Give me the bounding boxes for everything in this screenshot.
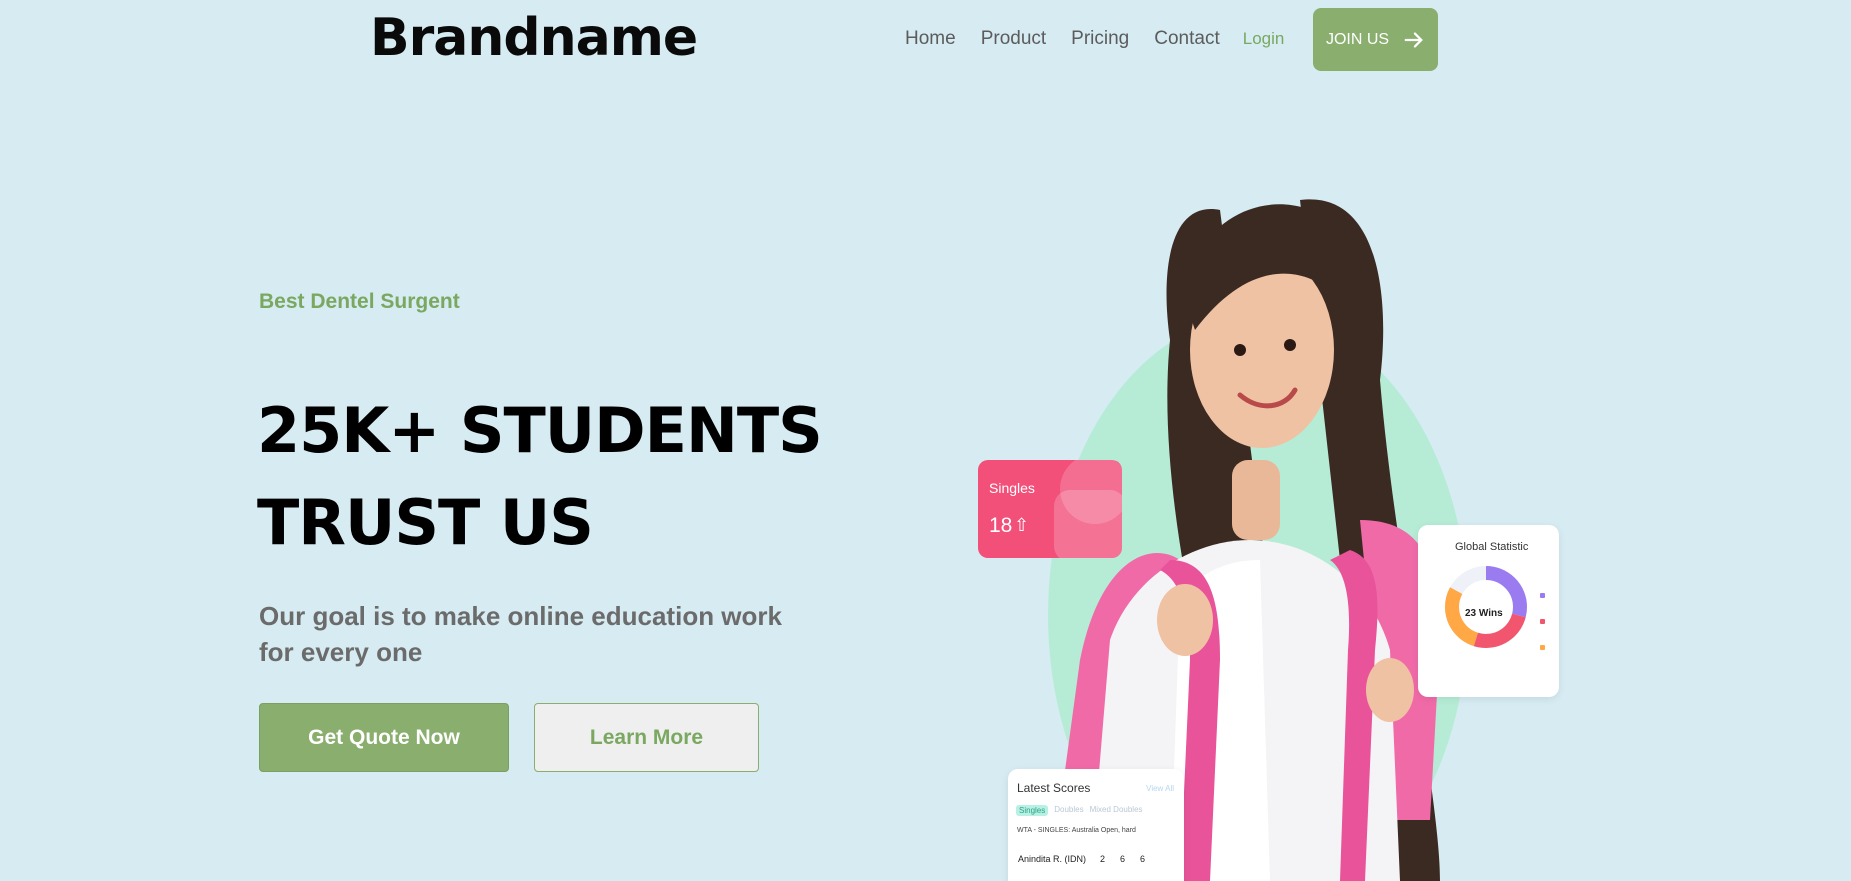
get-quote-button[interactable]: Get Quote Now: [259, 703, 509, 772]
nav-pricing[interactable]: Pricing: [1071, 28, 1129, 50]
hero-subtext: Our goal is to make online education wor…: [259, 601, 782, 667]
global-card-title: Global Statistic: [1455, 541, 1529, 553]
legend-dot-orange: [1540, 645, 1545, 650]
brand-logo[interactable]: Brandname: [370, 8, 698, 68]
scores-tabs: Singles Doubles Mixed Doubles: [1016, 805, 1143, 816]
hero-headline: 25K+ STUDENTS TRUST US: [257, 385, 857, 569]
scores-card-title: Latest Scores: [1017, 781, 1091, 795]
nav-home[interactable]: Home: [905, 28, 956, 50]
headline-line-1: 25K+ STUDENTS: [257, 394, 823, 467]
scores-set-2: 6: [1120, 854, 1126, 864]
scores-view-all-link[interactable]: View All: [1146, 784, 1174, 793]
global-card-center-label: 23 Wins: [1465, 608, 1503, 619]
donut-chart-icon: [1445, 566, 1527, 648]
latest-scores-card: Latest Scores View All Singles Doubles M…: [1008, 769, 1184, 881]
scores-tab-singles[interactable]: Singles: [1016, 805, 1049, 816]
headline-line-2: TRUST US: [257, 486, 594, 559]
singles-card-decor-square: [1054, 490, 1122, 558]
scores-tab-doubles[interactable]: Doubles: [1054, 805, 1083, 816]
join-us-label: JOIN US: [1325, 30, 1390, 48]
scores-player: Anindita R. (IDN): [1018, 854, 1087, 864]
legend-dot-purple: [1540, 593, 1545, 598]
learn-more-button[interactable]: Learn More: [534, 703, 759, 772]
page: Brandname Home Product Pricing Contact L…: [0, 0, 1851, 881]
nav-product[interactable]: Product: [981, 28, 1046, 50]
scores-tab-mixed[interactable]: Mixed Doubles: [1090, 805, 1143, 816]
global-statistic-card: Global Statistic 23 Wins: [1418, 525, 1559, 697]
legend-dot-red: [1540, 619, 1545, 624]
join-us-button[interactable]: JOIN US: [1313, 8, 1438, 71]
scores-set-1: 2: [1100, 854, 1106, 864]
nav-contact[interactable]: Contact: [1154, 28, 1219, 50]
singles-stat-card: Singles 18 ⇧: [978, 460, 1122, 558]
scores-set-3: 6: [1140, 854, 1146, 864]
arrow-right-icon: [1404, 31, 1423, 48]
singles-card-title: Singles: [989, 480, 1035, 496]
arrow-up-icon: ⇧: [1014, 515, 1030, 535]
scores-event-label: WTA - SINGLES: Australia Open, hard: [1017, 827, 1136, 834]
singles-card-value: 18: [989, 514, 1013, 537]
main-nav: Home Product Pricing Contact Login: [905, 28, 1309, 50]
hero-kicker: Best Dentel Surgent: [259, 290, 460, 313]
login-link[interactable]: Login: [1243, 29, 1285, 49]
